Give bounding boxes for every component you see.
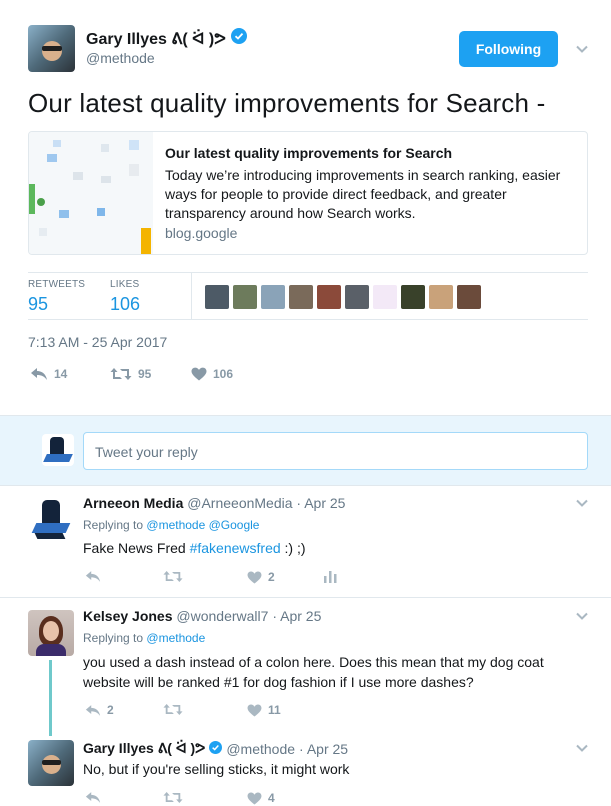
- reply-placeholder: Tweet your reply: [95, 444, 198, 460]
- reply-text: you used a dash instead of a colon here.…: [83, 654, 544, 690]
- card-thumbnail: [29, 132, 153, 254]
- like-action[interactable]: 106: [191, 367, 233, 381]
- like-count: 4: [268, 791, 275, 805]
- tweet-reply-input[interactable]: Tweet your reply: [83, 432, 588, 470]
- link-card[interactable]: Our latest quality improvements for Sear…: [28, 131, 588, 255]
- reply-count: 14: [54, 367, 68, 381]
- retweet-icon: [110, 368, 132, 380]
- reply-time[interactable]: · Apr 25: [272, 608, 321, 624]
- retweet-action[interactable]: [163, 703, 183, 716]
- reply-author-handle[interactable]: @methode: [226, 741, 295, 757]
- chevron-down-icon[interactable]: [575, 609, 589, 628]
- chevron-down-icon[interactable]: [575, 741, 589, 760]
- replying-to-label: Replying to: [83, 631, 144, 645]
- current-user-avatar[interactable]: [42, 434, 74, 466]
- like-count: 106: [213, 367, 234, 381]
- replying-to-mentions[interactable]: @methode: [146, 631, 205, 645]
- reply-action[interactable]: 14: [30, 367, 67, 381]
- liker-avatars: [205, 285, 481, 309]
- reply-icon: [85, 792, 101, 803]
- tweet-timestamp[interactable]: 7:13 AM - 25 Apr 2017: [28, 334, 167, 350]
- like-count: 2: [268, 570, 275, 584]
- heart-icon: [247, 792, 262, 805]
- retweet-icon: [163, 704, 183, 715]
- reply-avatar[interactable]: [28, 610, 74, 656]
- retweet-count: 95: [138, 367, 152, 381]
- retweet-action[interactable]: [163, 791, 183, 804]
- liker-avatar[interactable]: [233, 285, 257, 309]
- like-action[interactable]: 11: [247, 703, 281, 717]
- verified-badge-icon: [230, 28, 247, 49]
- reply-tweet[interactable]: Gary Illyes ᕕ( ᐛ )ᕗ @methode · Apr 25 No…: [0, 728, 611, 806]
- reply-text: Fake News Fred: [83, 540, 190, 556]
- liker-avatar[interactable]: [345, 285, 369, 309]
- likes-label: LIKES: [110, 279, 140, 290]
- liker-avatar[interactable]: [289, 285, 313, 309]
- heart-icon: [191, 367, 207, 381]
- author-avatar[interactable]: [28, 25, 75, 72]
- heart-icon: [247, 571, 262, 584]
- like-action[interactable]: 4: [247, 791, 275, 805]
- chevron-down-icon[interactable]: [575, 42, 589, 61]
- liker-avatar[interactable]: [457, 285, 481, 309]
- liker-avatar[interactable]: [317, 285, 341, 309]
- analytics-icon: [324, 571, 337, 583]
- reply-icon: [85, 571, 101, 582]
- tweet-text: Our latest quality improvements for Sear…: [28, 88, 546, 118]
- retweet-action[interactable]: 95: [110, 367, 151, 381]
- card-description: Today we’re introducing improvements in …: [165, 167, 561, 221]
- card-title: Our latest quality improvements for Sear…: [165, 145, 453, 161]
- hashtag-link[interactable]: #fakenewsfred: [190, 540, 281, 556]
- reply-icon: [85, 704, 101, 716]
- like-action[interactable]: 2: [247, 570, 275, 584]
- likes-stat[interactable]: LIKES 106: [110, 279, 140, 315]
- reply-action[interactable]: [85, 791, 101, 804]
- reply-action[interactable]: [85, 570, 101, 583]
- replying-to-mentions[interactable]: @methode @Google: [146, 518, 259, 532]
- reply-author-handle[interactable]: @ArneeonMedia: [187, 495, 292, 511]
- reply-count: 2: [107, 703, 114, 717]
- following-button[interactable]: Following: [459, 31, 558, 67]
- chevron-down-icon[interactable]: [575, 496, 589, 515]
- liker-avatar[interactable]: [401, 285, 425, 309]
- replying-to-label: Replying to: [83, 518, 144, 532]
- reply-tweet[interactable]: Kelsey Jones @wonderwall7 · Apr 25 Reply…: [0, 598, 611, 736]
- reply-author-name[interactable]: Arneeon Media: [83, 495, 183, 511]
- reply-time[interactable]: · Apr 25: [296, 495, 345, 511]
- retweets-label: RETWEETS: [28, 279, 86, 290]
- reply-text-suffix: :) ;): [280, 540, 306, 556]
- retweets-stat[interactable]: RETWEETS 95: [28, 279, 85, 315]
- verified-badge-icon: [209, 740, 223, 757]
- retweet-action[interactable]: [163, 570, 183, 583]
- retweet-icon: [163, 792, 183, 803]
- author-handle[interactable]: @methode: [86, 50, 155, 66]
- reply-avatar[interactable]: [28, 740, 74, 786]
- card-domain: blog.google: [165, 225, 238, 241]
- liker-avatar[interactable]: [373, 285, 397, 309]
- reply-author-name[interactable]: Kelsey Jones: [83, 608, 173, 624]
- thread-line: [49, 660, 52, 736]
- heart-icon: [247, 704, 262, 717]
- reply-avatar[interactable]: [28, 497, 74, 543]
- reply-author-name[interactable]: Gary Illyes ᕕ( ᐛ )ᕗ: [83, 740, 205, 757]
- reply-time[interactable]: · Apr 25: [299, 741, 348, 757]
- reply-composer: Tweet your reply: [0, 415, 611, 486]
- liker-avatar[interactable]: [261, 285, 285, 309]
- reply-text: No, but if you're selling sticks, it mig…: [83, 761, 350, 777]
- liker-avatar[interactable]: [205, 285, 229, 309]
- likes-count: 106: [110, 294, 141, 314]
- retweet-icon: [163, 571, 183, 582]
- reply-action[interactable]: 2: [85, 703, 114, 717]
- author-name[interactable]: Gary Illyes ᕕ( ᐛ )ᕗ: [86, 29, 226, 49]
- reply-author-handle[interactable]: @wonderwall7: [176, 608, 268, 624]
- liker-avatar[interactable]: [429, 285, 453, 309]
- reply-icon: [31, 368, 47, 380]
- reply-tweet[interactable]: Arneeon Media @ArneeonMedia · Apr 25 Rep…: [0, 486, 611, 598]
- analytics-action[interactable]: [324, 570, 337, 583]
- like-count: 11: [268, 703, 281, 717]
- retweets-count: 95: [28, 294, 49, 314]
